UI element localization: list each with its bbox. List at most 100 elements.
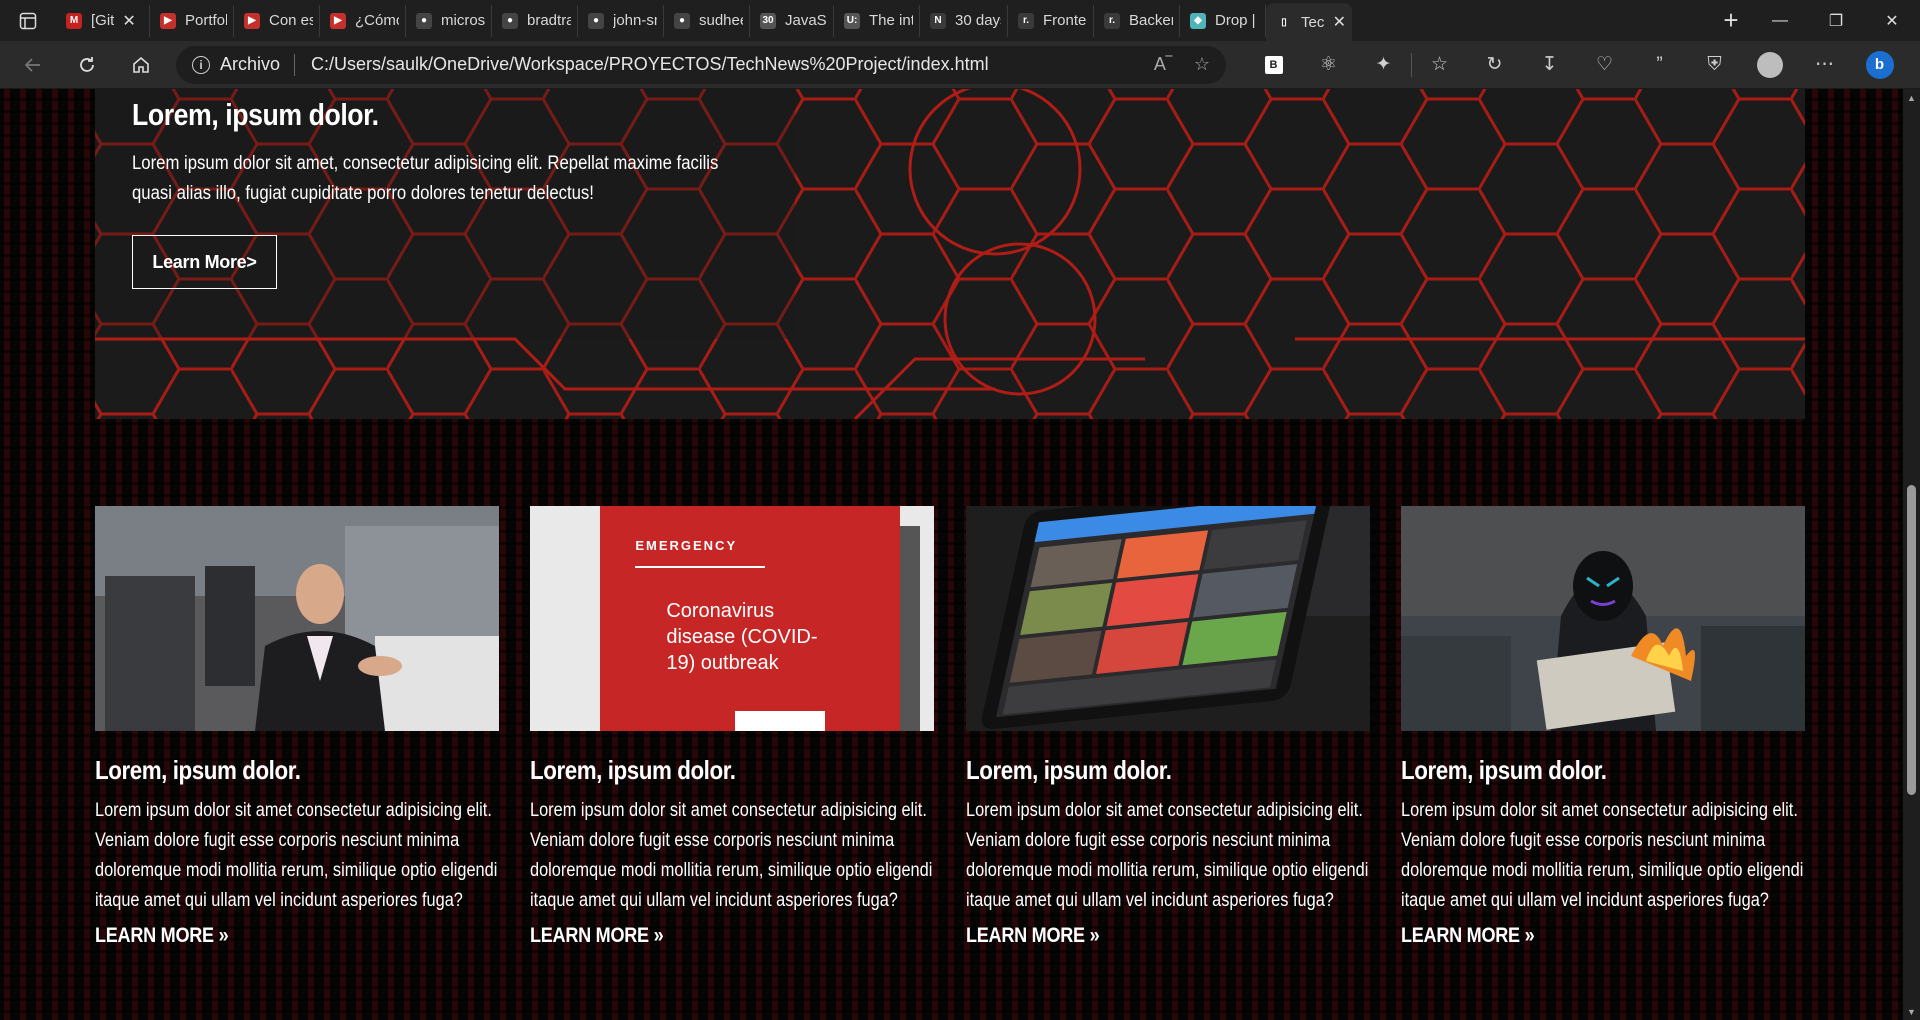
browser-tab[interactable]: ▶ ¿Cómo c (320, 4, 406, 37)
github-icon: ● (588, 12, 604, 29)
toolbar-extensions: B ⚛ ✦ ☆ ↻ ↧ ♡ ” ⛨ ⋯ b (1246, 41, 1907, 89)
card-learn-more-link[interactable]: LEARN MORE » (966, 924, 1100, 948)
n-icon: N (930, 12, 946, 29)
thirty-icon: 30 (760, 12, 776, 29)
card-learn-more-link[interactable]: LEARN MORE » (1401, 924, 1535, 948)
close-window-button[interactable]: ✕ (1864, 0, 1920, 41)
youtube-icon: ▶ (244, 12, 260, 29)
extensions-puzzle-icon[interactable]: ✦ (1356, 41, 1411, 89)
diamond-icon: ◆ (1190, 12, 1206, 29)
r-icon: r. (1018, 12, 1034, 29)
card-title: Lorem, ipsum dolor. (965, 755, 1172, 785)
browser-tab[interactable]: ● bradtrav (492, 4, 578, 37)
browser-tab-label: Portfolio (185, 12, 227, 29)
security-shield-icon[interactable]: ⛨ (1687, 41, 1742, 89)
emergency-sign-panel: EMERGENCY Coronavirus disease (COVID- 19… (600, 506, 901, 731)
address-bar[interactable]: i Archivo C:/Users/saulk/OneDrive/Worksp… (176, 45, 1226, 84)
extension-b-icon[interactable]: B (1246, 41, 1301, 89)
scroll-down-arrow-icon[interactable]: ▼ (1903, 1003, 1920, 1020)
browser-tab[interactable]: 30 JavaScrip (750, 4, 834, 37)
emergency-sign-edge (900, 526, 921, 731)
browser-tab-label: sudheerj (699, 12, 743, 29)
downloads-icon[interactable]: ↧ (1522, 41, 1577, 89)
bing-copilot-icon[interactable]: b (1852, 41, 1907, 89)
tab-actions-button[interactable] (0, 0, 56, 41)
github-icon: ● (502, 12, 518, 29)
browser-tab[interactable]: ▯ Tech ✕ (1266, 3, 1352, 41)
card-image-hooded-figure (1400, 506, 1805, 731)
browser-tab[interactable]: ◆ Drop | N (1180, 4, 1266, 37)
hooded-figure-photo (1400, 506, 1805, 731)
quote-icon[interactable]: ” (1632, 41, 1687, 89)
browser-tab-label: Tech (1301, 13, 1325, 31)
hero-content: Lorem, ipsum dolor. Lorem ipsum dolor si… (132, 97, 792, 289)
back-arrow-icon (24, 57, 40, 72)
browser-tab-label: Con este (269, 12, 313, 29)
card-learn-more-link[interactable]: LEARN MORE » (530, 924, 664, 948)
address-separator (294, 53, 296, 76)
browser-tab[interactable]: ▶ Con este (234, 4, 320, 37)
card-title: Lorem, ipsum dolor. (530, 755, 736, 785)
address-scheme-label: Archivo (220, 54, 281, 74)
hero-banner: Lorem, ipsum dolor. Lorem ipsum dolor si… (95, 89, 1805, 419)
browser-tab[interactable]: ● microsof (406, 4, 492, 37)
reload-icon (80, 56, 94, 72)
new-tab-button[interactable]: + (1710, 0, 1752, 41)
scroll-up-arrow-icon[interactable]: ▲ (1903, 89, 1920, 106)
browser-tab[interactable]: r. Frontend (1008, 4, 1094, 37)
browser-tab-label: ¿Cómo c (355, 12, 399, 29)
scrollbar-thumb[interactable] (1907, 485, 1916, 795)
card-text: Lorem ipsum dolor sit amet consectetur a… (965, 800, 1369, 911)
news-card: Lorem, ipsum dolor. Lorem ipsum dolor si… (1400, 506, 1805, 948)
browser-tab-label: [Git (91, 12, 115, 29)
home-button[interactable] (114, 41, 168, 89)
restore-button[interactable]: ❐ (1808, 0, 1864, 41)
page-scrollbar[interactable]: ▲ ▼ (1903, 89, 1920, 1020)
profile-avatar-icon[interactable] (1742, 41, 1797, 89)
browser-tab[interactable]: ▶ Portfolio (150, 4, 234, 37)
minimize-button[interactable]: — (1752, 0, 1808, 41)
browser-toolbar: i Archivo C:/Users/saulk/OneDrive/Worksp… (0, 41, 1920, 89)
read-aloud-icon[interactable]: A‾ (1154, 54, 1172, 75)
history-icon[interactable]: ↻ (1467, 41, 1522, 89)
browser-tab[interactable]: N 30 days c (920, 4, 1008, 37)
card-learn-more-link[interactable]: LEARN MORE » (95, 924, 229, 948)
browser-tab-label: microsof (441, 12, 485, 29)
hero-learn-more-button[interactable]: Learn More> (132, 235, 277, 289)
gmail-icon: M (66, 12, 82, 29)
youtube-icon: ▶ (160, 12, 176, 29)
reload-button[interactable] (60, 41, 114, 89)
address-url[interactable]: C:/Users/saulk/OneDrive/Workspace/PROYEC… (311, 54, 1132, 75)
favorite-star-icon[interactable]: ☆ (1194, 54, 1210, 75)
news-card: EMERGENCY Coronavirus disease (COVID- 19… (530, 506, 935, 948)
browser-tab[interactable]: ● sudheerj (664, 4, 750, 37)
emergency-sign-line-2: disease (COVID- (666, 626, 818, 648)
github-icon: ● (674, 12, 690, 29)
tab-strip: M [Git ✕ ▶ Portfolio ▶ Con este ▶ ¿Cómo c ● micros… (56, 0, 1710, 41)
favorites-icon[interactable]: ☆ (1412, 41, 1467, 89)
close-tab-icon[interactable]: ✕ (1333, 12, 1346, 32)
browser-tab[interactable]: r. Backend (1094, 4, 1180, 37)
browser-tab-label: john-smi (613, 12, 657, 29)
react-devtools-icon[interactable]: ⚛ (1301, 41, 1356, 89)
u-icon: U: (844, 12, 860, 29)
emergency-sign-line-1: Coronavirus (666, 600, 775, 622)
site-info-icon[interactable]: i (192, 55, 210, 74)
browser-tab-label: Backend (1129, 12, 1173, 29)
browser-tab[interactable]: U: The inter (834, 4, 920, 37)
more-menu-icon[interactable]: ⋯ (1797, 41, 1852, 89)
news-card: Lorem, ipsum dolor. Lorem ipsum dolor si… (95, 506, 499, 948)
browser-tab[interactable]: ● john-smi (578, 4, 664, 37)
card-title: Lorem, ipsum dolor. (1400, 755, 1607, 785)
github-icon: ● (416, 12, 432, 29)
browser-tab[interactable]: M [Git ✕ (56, 4, 150, 37)
page-viewport: Lorem, ipsum dolor. Lorem ipsum dolor si… (0, 89, 1903, 1020)
card-image-tablet (965, 506, 1370, 731)
hero-description: Lorem ipsum dolor sit amet, consectetur … (132, 153, 719, 204)
close-tab-icon[interactable]: ✕ (122, 11, 135, 31)
card-text: Lorem ipsum dolor sit amet consectetur a… (1400, 800, 1804, 911)
performance-heart-icon[interactable]: ♡ (1577, 41, 1632, 89)
back-button[interactable] (6, 41, 60, 89)
news-card: Lorem, ipsum dolor. Lorem ipsum dolor si… (965, 506, 1370, 948)
browser-tab-label: Drop | N (1215, 12, 1259, 29)
